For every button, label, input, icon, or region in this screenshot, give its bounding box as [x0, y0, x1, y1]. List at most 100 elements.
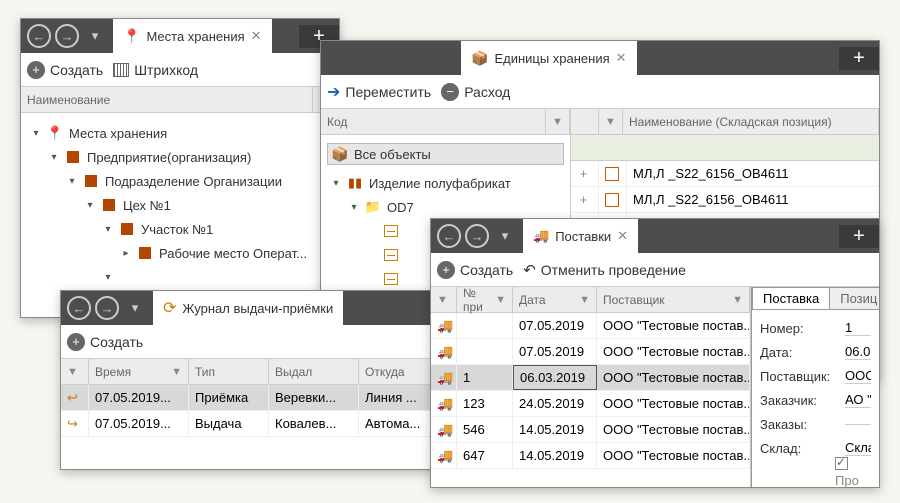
tree-label: Изделие полуфабрикат [369, 176, 511, 191]
tree-node[interactable]: ▾ Подразделение Организации [27, 169, 333, 193]
detail-tab-supply[interactable]: Поставка [752, 287, 830, 309]
expense-button[interactable]: − Расход [441, 83, 510, 101]
grid-row[interactable]: + МЛ,Л _S22_6156_OB4611 [571, 187, 879, 213]
filter-icon[interactable]: ▼ [437, 294, 448, 306]
grid-row[interactable]: 🚚 1 06.03.2019 ООО "Тестовые постав... [431, 365, 750, 391]
tab-journal[interactable]: ⟳ Журнал выдачи-приёмки [153, 291, 343, 325]
tree-node[interactable]: ▾ Цех №1 [27, 193, 333, 217]
value-customer[interactable]: АО "Пр [845, 392, 871, 408]
column-header: Наименование ▼ [21, 87, 339, 113]
create-label: Создать [50, 62, 103, 78]
nav-dropdown-button[interactable]: ▾ [123, 296, 147, 320]
drawer-icon [384, 249, 398, 261]
grid-row[interactable]: + МЛ,Л _S22_6156_OB4611 [571, 161, 879, 187]
nav-dropdown-button[interactable]: ▾ [83, 24, 107, 48]
filter-icon[interactable]: ▼ [552, 116, 563, 128]
cell-supplier: ООО "Тестовые постав... [603, 318, 750, 333]
new-tab-button[interactable]: + [839, 47, 879, 70]
truck-icon: 🚚 [437, 422, 453, 438]
grid-row[interactable]: 🚚 647 14.05.2019 ООО "Тестовые постав... [431, 443, 750, 469]
supply-detail-panel: Поставка Позиц Номер:1 Дата:06.03.2 Пост… [751, 287, 879, 487]
label-warehouse: Склад: [760, 441, 845, 456]
org-icon [67, 151, 79, 163]
tree-node[interactable]: ▾ Предприятие(организация) [27, 145, 333, 169]
tab-storage-places[interactable]: 📍 Места хранения ✕ [113, 19, 272, 53]
expand-icon[interactable]: + [577, 167, 590, 180]
cell-name: МЛ,Л _S22_6156_OB4611 [633, 166, 789, 181]
nav-dropdown-button[interactable]: ▾ [493, 224, 517, 248]
filter-icon[interactable]: ▼ [67, 366, 78, 378]
tab-supplies[interactable]: 🚚 Поставки ✕ [523, 219, 638, 253]
close-icon[interactable]: ✕ [616, 50, 627, 66]
detail-tab-positions[interactable]: Позиц [829, 287, 879, 309]
create-button[interactable]: + Создать [67, 333, 143, 351]
tree-node[interactable]: ▸ Рабочие место Операт... [27, 241, 333, 265]
cell-num: 1 [463, 370, 470, 385]
grid-row[interactable]: 🚚 546 14.05.2019 ООО "Тестовые постав... [431, 417, 750, 443]
col-from: Откуда [365, 365, 405, 379]
create-button[interactable]: + Создать [437, 261, 513, 279]
cell-from: Линия ... [365, 390, 417, 405]
filter-icon[interactable]: ▼ [579, 294, 590, 306]
col-supplier: Поставщик [603, 293, 665, 307]
new-tab-button[interactable]: + [839, 225, 879, 248]
col-name-label: Наименование (Складская позиция) [629, 115, 832, 129]
filter-icon[interactable]: ▼ [605, 116, 616, 128]
tree-node[interactable]: ▾ Участок №1 [27, 217, 333, 241]
tree-node[interactable]: ▾📁 OD7 [327, 195, 564, 219]
cell-supplier: ООО "Тестовые постав... [603, 448, 750, 463]
col-name-label: Наименование [27, 93, 110, 107]
nav-fwd-button[interactable]: → [95, 296, 119, 320]
nav-back-button[interactable]: ← [67, 296, 91, 320]
create-button[interactable]: + Создать [27, 61, 103, 79]
nav-back-button[interactable]: ← [437, 224, 461, 248]
undo-icon: ↶ [523, 261, 536, 279]
close-icon[interactable]: ✕ [617, 228, 628, 244]
value-warehouse[interactable]: Склад [845, 440, 871, 456]
label-number: Номер: [760, 321, 845, 336]
value-number[interactable]: 1 [845, 320, 871, 336]
filter-icon[interactable]: ▼ [171, 366, 182, 378]
cancel-posting-button[interactable]: ↶ Отменить проведение [523, 261, 686, 279]
journal-grid: ↩ 07.05.2019... Приёмка Веревки... Линия… [61, 385, 459, 437]
create-label: Создать [90, 334, 143, 350]
box-icon: 📦 [332, 146, 348, 162]
checkbox-posted[interactable] [835, 457, 848, 470]
barcode-button[interactable]: Штрихкод [113, 62, 198, 78]
tab-storage-units[interactable]: 📦 Единицы хранения ✕ [461, 41, 637, 75]
filter-icon[interactable]: ▼ [495, 294, 506, 306]
cell-date: 06.03.2019 [520, 370, 585, 385]
tree-node-root[interactable]: ▾📍 Места хранения [27, 121, 333, 145]
cell-date: 14.05.2019 [519, 422, 584, 437]
filter-icon[interactable]: ▼ [732, 294, 743, 306]
move-button[interactable]: ➔ Переместить [327, 82, 431, 102]
cell-date: 07.05.2019 [519, 344, 584, 359]
grid-row[interactable]: 🚚 07.05.2019 ООО "Тестовые постав... [431, 339, 750, 365]
nav-fwd-button[interactable]: → [465, 224, 489, 248]
cell-date: 14.05.2019 [519, 448, 584, 463]
grid-row[interactable]: 🚚 123 24.05.2019 ООО "Тестовые постав... [431, 391, 750, 417]
tree-node[interactable]: ▾ [27, 265, 333, 289]
col-code-label: Код [327, 115, 347, 129]
nav-fwd-button[interactable]: → [55, 24, 79, 48]
value-date[interactable]: 06.03.2 [845, 344, 871, 360]
cell-type: Выдача [195, 416, 242, 431]
storage-places-window: ← → ▾ 📍 Места хранения ✕ + + Создать Штр… [20, 18, 340, 318]
tab-label: Поставки [555, 229, 611, 244]
tree-node[interactable]: ▾▮▮ Изделие полуфабрикат [327, 171, 564, 195]
drawer-icon [384, 273, 398, 285]
close-icon[interactable]: ✕ [251, 28, 262, 44]
truck-icon: 🚚 [437, 318, 453, 334]
grid-row[interactable]: 🚚 07.05.2019 ООО "Тестовые постав... [431, 313, 750, 339]
pin-icon: 📍 [47, 125, 63, 141]
grid-row[interactable]: ↪ 07.05.2019... Выдача Ковалев... Автома… [61, 411, 459, 437]
grid-row[interactable]: ↩ 07.05.2019... Приёмка Веревки... Линия… [61, 385, 459, 411]
detail-form: Номер:1 Дата:06.03.2 Поставщик:ООО " Зак… [752, 310, 879, 487]
expand-icon[interactable]: + [577, 193, 590, 206]
nav-back-button[interactable]: ← [27, 24, 51, 48]
cell-type: Приёмка [195, 390, 248, 405]
expense-label: Расход [464, 84, 510, 100]
value-supplier[interactable]: ООО " [845, 368, 871, 384]
all-objects-node[interactable]: 📦 Все объекты [327, 143, 564, 165]
value-orders[interactable] [845, 424, 871, 425]
